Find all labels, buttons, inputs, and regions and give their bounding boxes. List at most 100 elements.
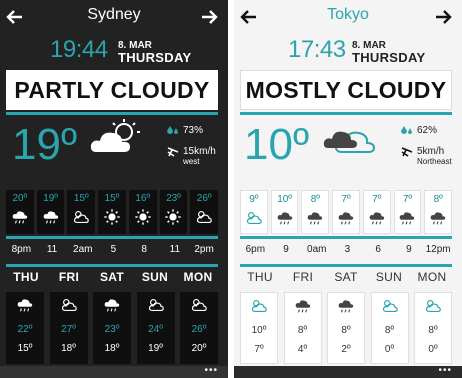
day-name: SAT xyxy=(334,270,358,284)
hourly-temp: 8º xyxy=(433,194,443,205)
current-temperature: 10º xyxy=(244,120,310,169)
wind-icon xyxy=(167,146,179,157)
daily-cell[interactable]: 24º 19º xyxy=(136,292,175,364)
date-weekday: THURSDAY xyxy=(352,50,426,65)
day-name: SUN xyxy=(375,270,403,284)
cloud-rain-icon xyxy=(102,296,122,314)
hourly-cell: 8º xyxy=(301,190,330,234)
hourly-temp: 9º xyxy=(249,194,259,205)
hourly-temp: 20º xyxy=(12,193,28,204)
hourly-cell: 15º xyxy=(98,190,126,234)
wind-speed: 15km/h xyxy=(183,146,216,157)
hourly-temp: 23º xyxy=(166,193,181,204)
day-name: THU xyxy=(247,270,273,284)
day-high-temp: 8º xyxy=(341,325,351,336)
hour-label: 11 xyxy=(46,244,58,255)
daily-cell[interactable]: 22º 15º xyxy=(6,292,44,364)
day-low-temp: 19º xyxy=(148,343,163,354)
hourly-cell: 15º xyxy=(67,190,96,234)
app-bar: ••• xyxy=(0,366,228,378)
hour-label: 9 xyxy=(283,244,289,255)
current-time: 19:44 xyxy=(50,36,108,63)
cloud-rain-icon xyxy=(15,296,35,314)
cloud-rain-icon xyxy=(336,297,356,315)
hourly-temp: 15º xyxy=(104,193,120,204)
hour-label: 0am xyxy=(307,244,327,255)
hour-labels: 6pm 9 0am 3 6 9 12pm xyxy=(240,244,452,256)
cloud-sun-icon xyxy=(59,296,79,314)
cloud-rain-icon xyxy=(368,209,386,227)
day-high-temp: 10º xyxy=(251,325,267,336)
cloud-rain-icon xyxy=(306,209,324,227)
cloud-sun-icon xyxy=(72,208,90,226)
humidity-icon xyxy=(167,125,178,134)
daily-forecast[interactable]: 22º 15º 27º 18º 23º 18º 24º 19º 26º 20º xyxy=(6,292,218,364)
hour-label: 2am xyxy=(73,244,93,255)
humidity-icon xyxy=(401,125,412,134)
daily-cell[interactable]: 23º 18º xyxy=(93,292,131,364)
hourly-temp: 7º xyxy=(372,194,382,205)
day-high-temp: 8º xyxy=(297,325,308,336)
cloud-rain-icon xyxy=(11,208,29,226)
cloud-rain-icon xyxy=(276,209,294,227)
daily-forecast[interactable]: 10º 7º 8º 4º 8º 2º 8º 0º 8º 0º xyxy=(240,292,452,364)
daily-cell[interactable]: 27º 18º xyxy=(49,292,88,364)
day-high-temp: 22º xyxy=(17,324,33,335)
day-low-temp: 7º xyxy=(254,344,264,355)
hour-labels: 8pm 11 2am 5 8 11 2pm xyxy=(6,244,218,256)
top-bar: Tokyo xyxy=(234,0,462,34)
hourly-forecast[interactable]: 9º 10º 8º 7º 7º 7º 8º xyxy=(240,190,453,234)
phone-tokyo: Tokyo 17:43 8. MAR THURSDAY MOSTLY CLOUD… xyxy=(234,0,462,378)
day-name: FRI xyxy=(58,270,80,284)
hourly-cell: 7º xyxy=(362,190,391,234)
hour-label: 2pm xyxy=(194,244,214,255)
hour-label: 8 xyxy=(141,244,147,255)
humidity-value: 73% xyxy=(183,125,204,136)
daily-cell[interactable]: 26º 20º xyxy=(180,292,218,364)
daily-cell[interactable]: 8º 0º xyxy=(414,292,452,364)
cloud-rain-icon xyxy=(398,209,416,227)
hourly-cell: 26º xyxy=(190,190,219,234)
hourly-timeline-bar xyxy=(240,236,452,239)
day-low-temp: 2º xyxy=(341,344,351,355)
sun-icon xyxy=(134,208,152,226)
hourly-temp: 7º xyxy=(341,194,351,205)
cloud-sun-icon xyxy=(195,208,213,226)
cloud-sun-icon xyxy=(245,209,263,227)
day-name: SAT xyxy=(99,270,124,284)
hour-label: 6pm xyxy=(245,244,266,255)
humidity-value: 62% xyxy=(417,125,438,136)
hourly-cell: 19º xyxy=(36,190,65,234)
next-city-button[interactable] xyxy=(198,6,220,28)
hourly-temp: 16º xyxy=(135,193,151,204)
cloud-sun-icon xyxy=(380,297,400,315)
time-block: 19:44 8. MAR THURSDAY xyxy=(0,36,228,66)
current-time: 17:43 xyxy=(288,36,346,63)
more-menu-button[interactable]: ••• xyxy=(438,366,452,376)
daily-cell[interactable]: 10º 7º xyxy=(240,292,278,364)
cloud-rain-icon xyxy=(337,209,355,227)
daily-cell[interactable]: 8º 2º xyxy=(327,292,365,364)
cloud-rain-icon xyxy=(429,209,447,227)
city-name: Tokyo xyxy=(327,6,369,23)
next-city-button[interactable] xyxy=(432,6,454,28)
day-low-temp: 0º xyxy=(428,344,438,355)
cloud-rain-icon xyxy=(42,208,60,226)
cloud-sun-icon xyxy=(189,296,209,314)
daily-cell[interactable]: 8º 0º xyxy=(370,292,409,364)
daily-cell[interactable]: 8º 4º xyxy=(283,292,322,364)
more-menu-button[interactable]: ••• xyxy=(204,366,218,376)
hour-label: 11 xyxy=(169,244,181,255)
stats-panel: 62% 5km/h Northeast xyxy=(400,122,462,166)
hour-label: 5 xyxy=(110,244,117,255)
partly-cloudy-icon xyxy=(88,118,144,160)
arrow-right-icon xyxy=(436,10,452,24)
day-high-temp: 24º xyxy=(148,324,163,335)
hourly-forecast[interactable]: 20º 19º 15º 15º 16º 23º 26º xyxy=(6,190,219,234)
day-name: SUN xyxy=(141,270,169,284)
condition-banner: MOSTLY CLOUDY xyxy=(240,70,452,110)
phone-sydney: Sydney 19:44 8. MAR THURSDAY PARTLY CLOU… xyxy=(0,0,228,378)
day-high-temp: 8º xyxy=(428,325,438,336)
hour-label: 9 xyxy=(406,244,412,255)
hourly-cell: 10º xyxy=(270,190,299,234)
